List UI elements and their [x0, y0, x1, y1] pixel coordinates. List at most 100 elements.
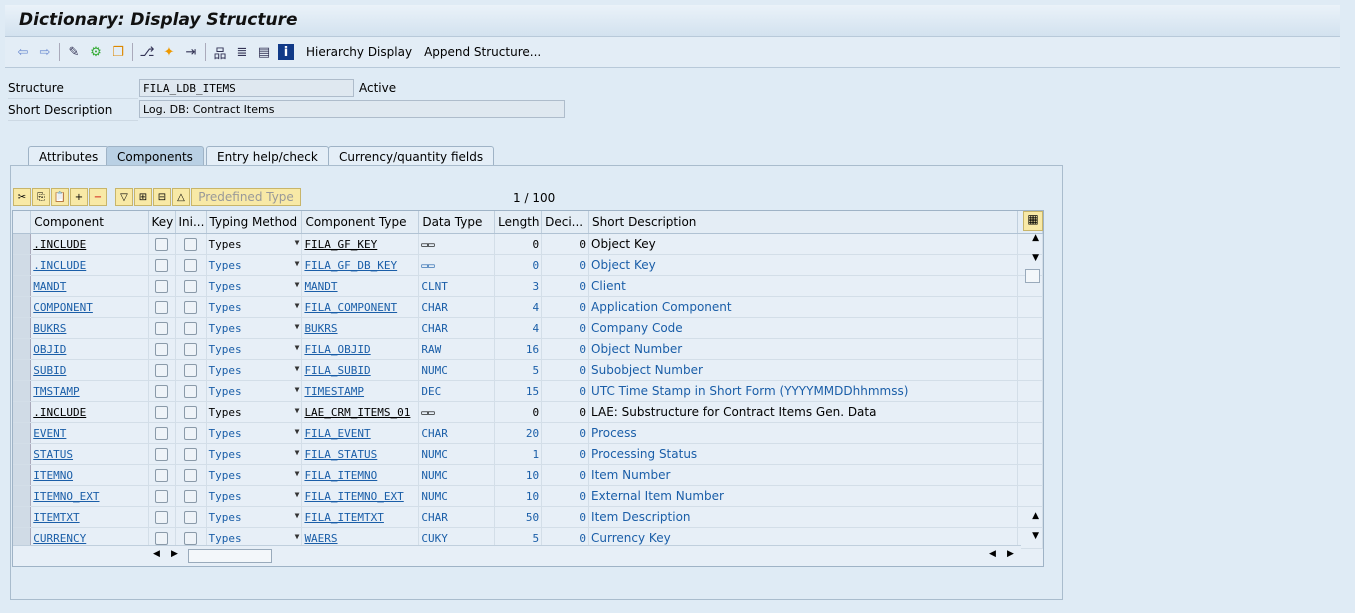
stack-icon[interactable]: ≣ — [234, 44, 250, 60]
key-checkbox[interactable] — [155, 322, 169, 335]
dropdown-arrow-icon[interactable]: ▼ — [295, 364, 300, 373]
column-header[interactable]: Key — [148, 211, 176, 234]
collapse-icon[interactable]: ⊟ — [153, 188, 171, 206]
key-checkbox[interactable] — [155, 469, 169, 482]
key-checkbox[interactable] — [155, 490, 169, 503]
key-checkbox[interactable] — [155, 385, 169, 398]
column-header[interactable]: Component Type — [301, 211, 420, 234]
tab-components[interactable]: Components — [106, 146, 204, 167]
table-row[interactable]: ITEMNO_EXT Types ▼ FILA_ITEMNO_EXT NUMC 1… — [13, 485, 1043, 507]
select-all[interactable] — [13, 211, 32, 234]
component-name[interactable]: MANDT — [33, 280, 66, 293]
scroll-down-icon-bottom[interactable]: ▼ — [1032, 531, 1039, 541]
key-checkbox[interactable] — [155, 343, 169, 356]
typing-method-select[interactable]: Types ▼ — [206, 296, 303, 318]
initial-value-checkbox[interactable] — [184, 511, 197, 524]
dropdown-arrow-icon[interactable]: ▼ — [295, 238, 300, 247]
component-type[interactable]: TIMESTAMP — [304, 385, 364, 398]
initial-value-checkbox[interactable] — [184, 469, 197, 482]
row-selector[interactable] — [13, 464, 32, 486]
current-page[interactable]: 1 — [513, 191, 521, 205]
tab-attributes[interactable]: Attributes — [28, 146, 110, 167]
initial-value-checkbox[interactable] — [184, 259, 197, 272]
column-header[interactable]: Component — [30, 211, 149, 234]
typing-method-select[interactable]: Types ▼ — [206, 443, 303, 465]
row-selector[interactable] — [13, 443, 32, 465]
component-name[interactable]: CURRENCY — [33, 532, 86, 545]
component-name[interactable]: TMSTAMP — [33, 385, 79, 398]
table-icon[interactable]: ▤ — [256, 44, 272, 60]
table-row[interactable]: EVENT Types ▼ FILA_EVENT CHAR 20 0 Proces… — [13, 422, 1043, 444]
scroll-right-icon-end[interactable]: ▶ — [1007, 549, 1014, 559]
component-name[interactable]: BUKRS — [33, 322, 66, 335]
column-header[interactable]: Short Description — [588, 211, 1019, 234]
scroll-up-icon[interactable]: ▲ — [1032, 233, 1039, 243]
table-row[interactable]: ITEMNO Types ▼ FILA_ITEMNO NUMC 10 0 Item… — [13, 464, 1043, 486]
activate-icon[interactable]: ⚙ — [88, 44, 104, 60]
row-selector[interactable] — [13, 422, 32, 444]
initial-value-checkbox[interactable] — [184, 364, 197, 377]
check-icon[interactable]: ✦ — [161, 44, 177, 60]
column-header[interactable]: Ini... — [175, 211, 207, 234]
component-type[interactable]: BUKRS — [304, 322, 337, 335]
component-name[interactable]: EVENT — [33, 427, 66, 440]
component-type[interactable]: FILA_ITEMTXT — [304, 511, 383, 524]
hierarchy-icon[interactable]: 品 — [212, 44, 228, 62]
scroll-up-icon-bottom[interactable]: ▲ — [1032, 511, 1039, 521]
dropdown-arrow-icon[interactable]: ▼ — [295, 259, 300, 268]
horizontal-scrollbar-thumb[interactable] — [188, 549, 272, 563]
row-selector[interactable] — [13, 401, 32, 423]
table-row[interactable]: .INCLUDE Types ▼ FILA_GF_DB_KEY ▭▭ 0 0 Ob… — [13, 254, 1043, 276]
typing-method-select[interactable]: Types ▼ — [206, 233, 303, 255]
initial-value-checkbox[interactable] — [184, 322, 197, 335]
typing-method-select[interactable]: Types ▼ — [206, 380, 303, 402]
component-type[interactable]: FILA_GF_DB_KEY — [304, 259, 397, 272]
key-checkbox[interactable] — [155, 238, 169, 251]
expand-icon[interactable]: ⊞ — [134, 188, 152, 206]
key-checkbox[interactable] — [155, 427, 169, 440]
initial-value-checkbox[interactable] — [184, 532, 197, 545]
initial-value-checkbox[interactable] — [184, 427, 197, 440]
table-row[interactable]: COMPONENT Types ▼ FILA_COMPONENT CHAR 4 0… — [13, 296, 1043, 318]
typing-method-select[interactable]: Types ▼ — [206, 485, 303, 507]
initial-value-checkbox[interactable] — [184, 301, 197, 314]
where-used-icon[interactable]: ⎇ — [139, 44, 155, 60]
key-checkbox[interactable] — [155, 259, 169, 272]
row-selector[interactable] — [13, 275, 32, 297]
key-checkbox[interactable] — [155, 406, 169, 419]
paste-icon[interactable]: 📋 — [51, 188, 69, 206]
back-icon[interactable]: ⇦ — [15, 44, 31, 60]
column-settings-icon[interactable]: ▦ — [1023, 211, 1043, 231]
component-name[interactable]: ITEMNO_EXT — [33, 490, 99, 503]
delete-row-icon[interactable]: − — [89, 188, 107, 206]
initial-value-checkbox[interactable] — [184, 238, 197, 251]
typing-method-select[interactable]: Types ▼ — [206, 422, 303, 444]
component-name[interactable]: SUBID — [33, 364, 66, 377]
display-change-icon[interactable]: ✎ — [66, 44, 82, 60]
copy-icon[interactable]: ⎘ — [32, 188, 50, 206]
component-type[interactable]: FILA_EVENT — [304, 427, 370, 440]
table-row[interactable]: .INCLUDE Types ▼ FILA_GF_KEY ▭▭ 0 0 Objec… — [13, 233, 1043, 255]
dropdown-arrow-icon[interactable]: ▼ — [295, 469, 300, 478]
info-icon[interactable]: i — [278, 44, 294, 60]
key-checkbox[interactable] — [155, 448, 169, 461]
initial-value-checkbox[interactable] — [184, 406, 197, 419]
table-row[interactable]: BUKRS Types ▼ BUKRS CHAR 4 0 Company Code — [13, 317, 1043, 339]
typing-method-select[interactable]: Types ▼ — [206, 401, 303, 423]
table-row[interactable]: ITEMTXT Types ▼ FILA_ITEMTXT CHAR 50 0 It… — [13, 506, 1043, 528]
key-checkbox[interactable] — [155, 280, 169, 293]
component-type[interactable]: FILA_SUBID — [304, 364, 370, 377]
table-row[interactable]: .INCLUDE Types ▼ LAE_CRM_ITEMS_01 ▭▭ 0 0 … — [13, 401, 1043, 423]
typing-method-select[interactable]: Types ▼ — [206, 464, 303, 486]
dropdown-arrow-icon[interactable]: ▼ — [295, 301, 300, 310]
dropdown-arrow-icon[interactable]: ▼ — [295, 280, 300, 289]
typing-method-select[interactable]: Types ▼ — [206, 506, 303, 528]
typing-method-select[interactable]: Types ▼ — [206, 275, 303, 297]
row-selector[interactable] — [13, 338, 32, 360]
typing-method-select[interactable]: Types ▼ — [206, 254, 303, 276]
column-header[interactable]: Length — [494, 211, 543, 234]
up-icon[interactable]: △ — [172, 188, 190, 206]
key-checkbox[interactable] — [155, 301, 169, 314]
predefined-type-button[interactable]: Predefined Type — [191, 188, 301, 206]
dropdown-arrow-icon[interactable]: ▼ — [295, 385, 300, 394]
